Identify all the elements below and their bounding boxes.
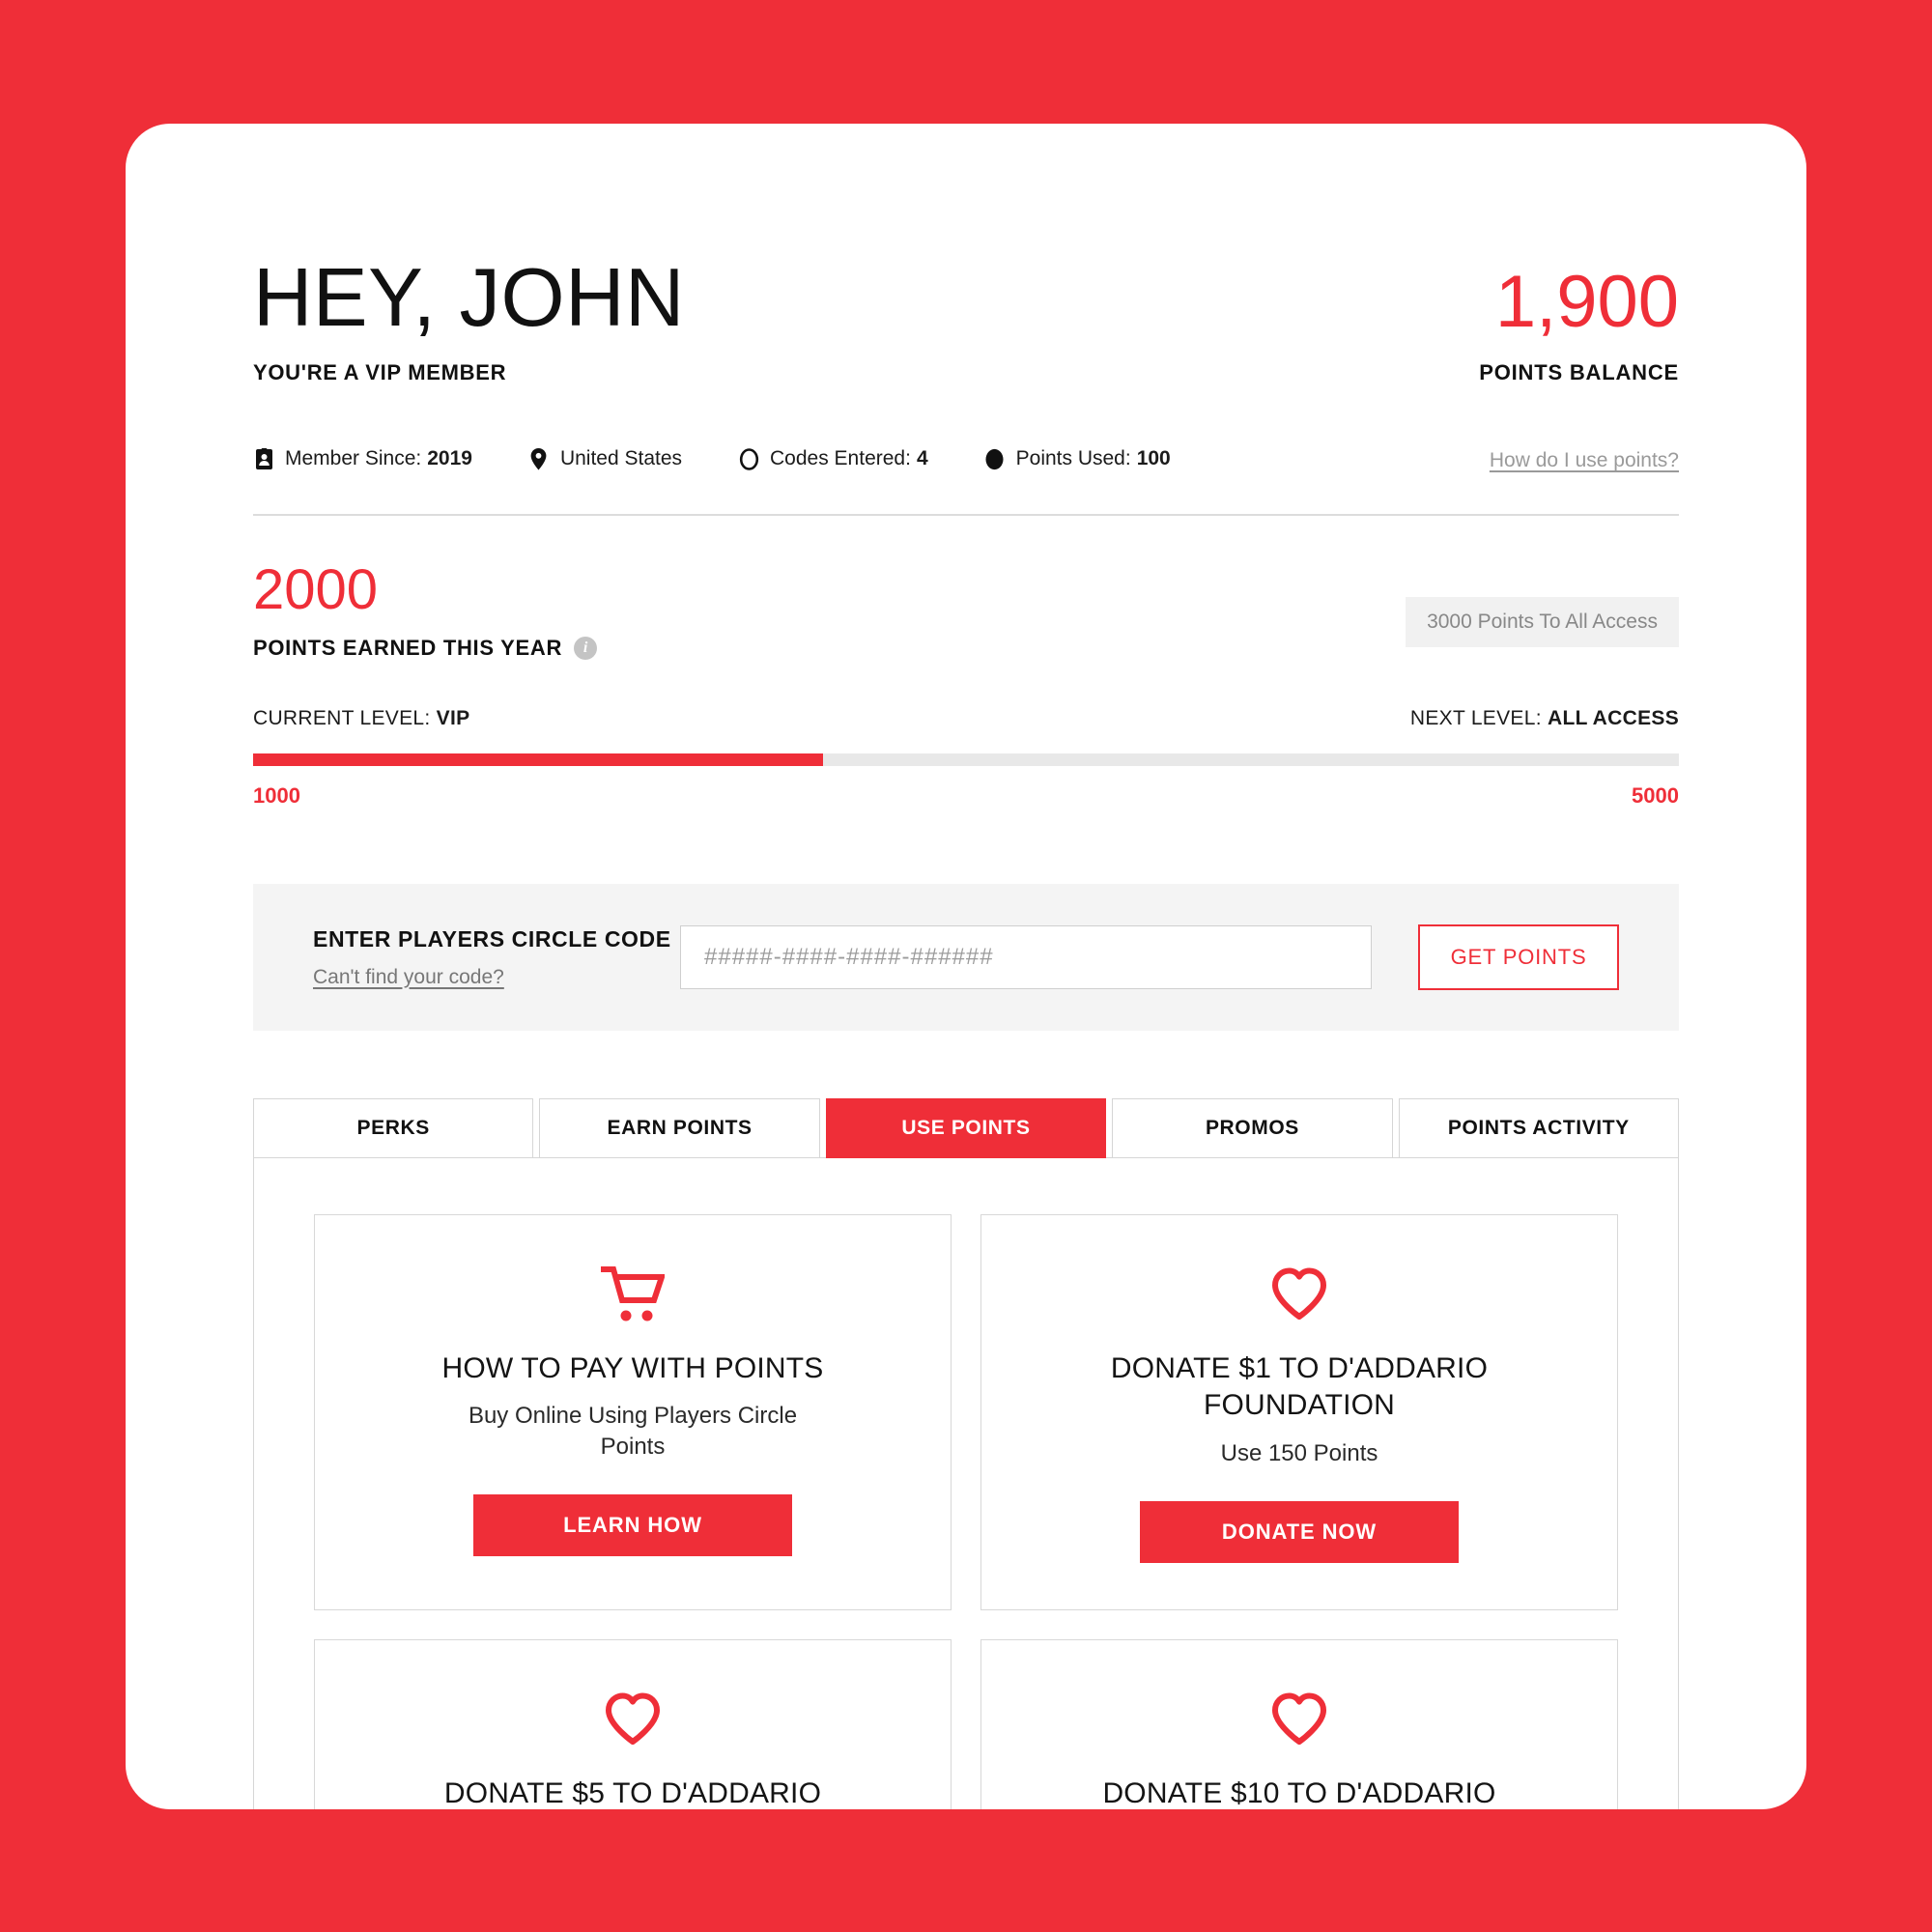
reward-card[interactable]: DONATE $5 TO D'ADDARIO FOUNDATION Use 60… — [314, 1638, 952, 1809]
points-earned-label-row: POINTS EARNED THIS YEAR i — [253, 636, 598, 661]
loyalty-dashboard-window: HEY, JOHN YOU'RE A VIP MEMBER 1,900 POIN… — [126, 124, 1806, 1809]
meta-item-points-used: Points Used: 100 — [984, 447, 1171, 470]
tab-earn-points[interactable]: EARN POINTS — [539, 1098, 820, 1158]
circle-filled-icon — [984, 447, 1006, 470]
donate-now-button[interactable]: DONATE NOW — [1140, 1500, 1459, 1563]
meta-label: Codes Entered: — [770, 447, 911, 469]
info-icon[interactable]: i — [574, 637, 598, 660]
heart-icon — [1270, 1260, 1328, 1329]
next-level-text: NEXT LEVEL: ALL ACCESS — [1410, 707, 1679, 730]
id-badge-icon — [253, 447, 274, 470]
points-balance-label: POINTS BALANCE — [1479, 360, 1679, 384]
meta-label: Member Since: — [285, 447, 422, 469]
reward-card-title: DONATE $5 TO D'ADDARIO FOUNDATION — [443, 1776, 822, 1809]
next-level-value: ALL ACCESS — [1547, 707, 1679, 729]
tab-bar: PERKS EARN POINTS USE POINTS PROMOS POIN… — [253, 1098, 1680, 1158]
code-entry-labels: ENTER PLAYERS CIRCLE CODE Can't find you… — [313, 926, 680, 989]
how-do-i-use-points-link[interactable]: How do I use points? — [1490, 449, 1679, 472]
page-content: HEY, JOHN YOU'RE A VIP MEMBER 1,900 POIN… — [126, 124, 1806, 1809]
use-points-panel: HOW TO PAY WITH POINTS Buy Online Using … — [253, 1157, 1679, 1809]
players-circle-code-input[interactable] — [680, 925, 1372, 989]
meta-value: 100 — [1136, 447, 1171, 469]
points-progress-section: 2000 POINTS EARNED THIS YEAR i 3000 Poin… — [253, 562, 1679, 809]
dashboard-header: HEY, JOHN YOU'RE A VIP MEMBER 1,900 POIN… — [253, 124, 1679, 387]
circle-outline-icon — [738, 447, 759, 470]
code-entry-title: ENTER PLAYERS CIRCLE CODE — [313, 925, 671, 952]
level-progress-fill — [253, 753, 824, 766]
points-balance-value: 1,900 — [1494, 261, 1679, 343]
cant-find-code-link[interactable]: Can't find your code? — [313, 966, 504, 989]
heart-icon — [604, 1685, 662, 1754]
get-points-button[interactable]: GET POINTS — [1418, 924, 1619, 990]
reward-card[interactable]: HOW TO PAY WITH POINTS Buy Online Using … — [314, 1214, 952, 1610]
page-title: HEY, JOHN — [253, 252, 685, 344]
meta-item-member-since: Member Since: 2019 — [253, 447, 472, 470]
meta-label: United States — [559, 447, 683, 469]
reward-card-title: HOW TO PAY WITH POINTS — [441, 1352, 824, 1384]
meta-value: 2019 — [427, 447, 472, 469]
location-pin-icon — [528, 447, 550, 470]
member-meta-row: Member Since: 2019 United States Codes E… — [253, 447, 1679, 472]
meta-label: Points Used: — [1015, 447, 1131, 469]
meta-item-codes-entered: Codes Entered: 4 — [738, 447, 928, 470]
points-earned-label: POINTS EARNED THIS YEAR — [253, 636, 563, 660]
reward-card-subtitle: Use 150 Points — [1220, 1439, 1378, 1466]
shopping-cart-icon — [601, 1260, 665, 1329]
reward-card[interactable]: DONATE $1 TO D'ADDARIO FOUNDATION Use 15… — [980, 1214, 1618, 1610]
reward-card[interactable]: DONATE $10 TO D'ADDARIO FOUNDATION Use 1… — [980, 1638, 1618, 1809]
progress-range-min: 1000 — [253, 783, 300, 808]
next-level-prefix: NEXT LEVEL: — [1409, 707, 1542, 729]
meta-value: 4 — [916, 447, 928, 469]
progress-range-row: 1000 5000 — [253, 783, 1679, 809]
meta-item-country: United States — [528, 447, 682, 470]
points-earned-block: 2000 POINTS EARNED THIS YEAR i — [253, 558, 598, 661]
member-status-label: YOU'RE A VIP MEMBER — [253, 360, 507, 384]
level-progress-bar — [253, 753, 1679, 766]
levels-row: CURRENT LEVEL: VIP NEXT LEVEL: ALL ACCES… — [253, 707, 1679, 730]
tab-points-activity[interactable]: POINTS ACTIVITY — [1398, 1098, 1680, 1158]
tab-use-points[interactable]: USE POINTS — [825, 1098, 1107, 1158]
reward-card-title: DONATE $1 TO D'ADDARIO FOUNDATION — [1110, 1352, 1489, 1422]
code-entry-panel: ENTER PLAYERS CIRCLE CODE Can't find you… — [253, 884, 1679, 1031]
rewards-card-grid: HOW TO PAY WITH POINTS Buy Online Using … — [314, 1214, 1618, 1809]
points-earned-value: 2000 — [253, 558, 379, 621]
current-level-value: VIP — [436, 707, 470, 729]
progress-range-max: 5000 — [1632, 783, 1679, 808]
tab-promos[interactable]: PROMOS — [1112, 1098, 1393, 1158]
heart-icon — [1270, 1685, 1328, 1754]
reward-card-subtitle: Buy Online Using Players Circle Points — [468, 1403, 798, 1460]
rewards-tabs-section: PERKS EARN POINTS USE POINTS PROMOS POIN… — [253, 1098, 1680, 1809]
current-level-prefix: CURRENT LEVEL: — [253, 707, 431, 729]
points-to-next-level-badge: 3000 Points To All Access — [1406, 597, 1679, 647]
progress-top-row: 2000 POINTS EARNED THIS YEAR i 3000 Poin… — [253, 562, 1679, 661]
learn-how-button[interactable]: LEARN HOW — [473, 1493, 792, 1556]
current-level-text: CURRENT LEVEL: VIP — [253, 707, 469, 730]
tab-perks[interactable]: PERKS — [253, 1098, 534, 1158]
greeting-block: HEY, JOHN YOU'RE A VIP MEMBER — [253, 257, 685, 387]
reward-card-title: DONATE $10 TO D'ADDARIO FOUNDATION — [1102, 1776, 1496, 1809]
points-balance-block: 1,900 POINTS BALANCE — [1479, 266, 1679, 387]
header-divider — [253, 514, 1679, 516]
